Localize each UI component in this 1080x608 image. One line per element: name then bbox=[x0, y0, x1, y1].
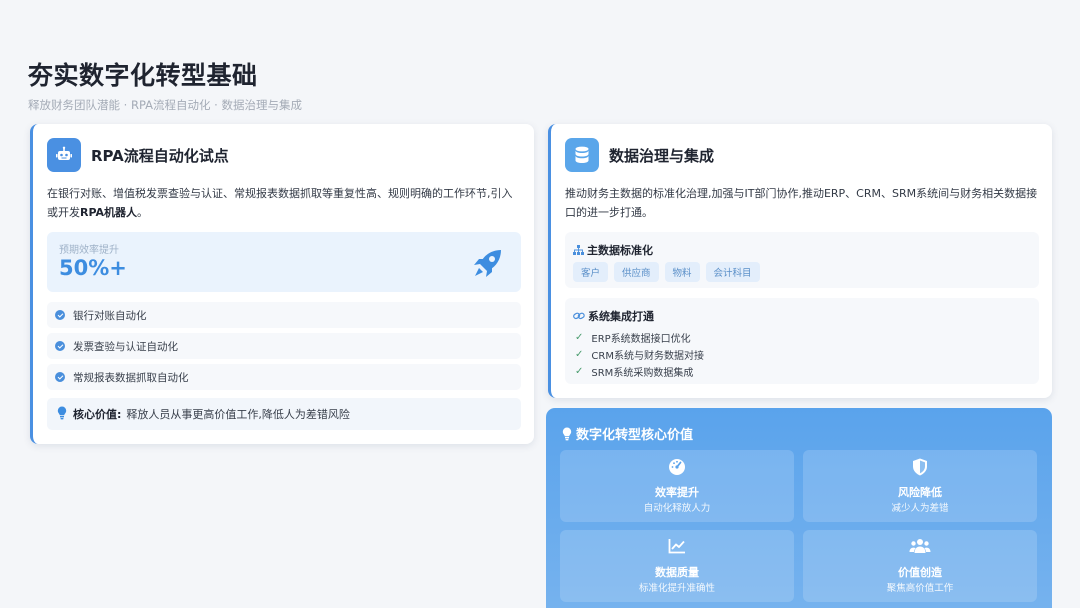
master-data-title: 主数据标准化 bbox=[587, 244, 653, 257]
value-card-title: 效率提升 bbox=[655, 486, 699, 499]
core-value-text: 释放人员从事更高价值工作,降低人为差错风险 bbox=[126, 408, 350, 421]
check-circle-icon bbox=[55, 310, 65, 320]
robot-icon bbox=[47, 138, 81, 172]
page-title: 夯实数字化转型基础 bbox=[28, 61, 258, 90]
master-data-title-row: 主数据标准化 bbox=[573, 242, 653, 258]
value-card-efficiency: 效率提升 自动化释放人力 bbox=[560, 450, 794, 522]
value-card-title: 价值创造 bbox=[898, 566, 942, 579]
master-data-box: 主数据标准化 客户 供应商 物料 会计科目 bbox=[565, 232, 1039, 288]
master-data-tags: 客户 供应商 物料 会计科目 bbox=[573, 262, 760, 282]
core-value-label: 核心价值: bbox=[73, 408, 122, 421]
data-card-title: 数据治理与集成 bbox=[609, 146, 715, 165]
tag: 物料 bbox=[664, 262, 700, 282]
value-card-subtitle: 自动化释放人力 bbox=[643, 503, 711, 514]
check-icon: ✓ bbox=[575, 349, 584, 360]
list-item: ✓ ERP系统数据接口优化 bbox=[575, 330, 691, 345]
rpa-desc-bold: RPA机器人 bbox=[80, 206, 138, 219]
link-icon bbox=[573, 312, 585, 320]
list-item-label: ERP系统数据接口优化 bbox=[591, 334, 691, 345]
check-icon: ✓ bbox=[575, 366, 584, 377]
data-card-header: 数据治理与集成 bbox=[565, 138, 714, 172]
rpa-card: RPA流程自动化试点 在银行对账、增值税发票查验与认证、常规报表数据抓取等重复性… bbox=[30, 124, 534, 444]
metric-label: 预期效率提升 bbox=[59, 245, 119, 256]
list-item: ✓ CRM系统与财务数据对接 bbox=[575, 347, 704, 362]
list-item-label: 银行对账自动化 bbox=[73, 309, 147, 322]
rpa-card-header: RPA流程自动化试点 bbox=[47, 138, 229, 172]
check-circle-icon bbox=[55, 341, 65, 351]
tag: 供应商 bbox=[614, 262, 659, 282]
value-card-risk: 风险降低 减少人为差错 bbox=[803, 450, 1037, 522]
database-icon bbox=[565, 138, 599, 172]
lightbulb-icon bbox=[57, 406, 67, 423]
users-icon bbox=[803, 538, 1037, 556]
value-panel-title: 数字化转型核心价值 bbox=[576, 428, 694, 443]
list-item-label: SRM系统采购数据集成 bbox=[591, 368, 694, 379]
integration-box: 系统集成打通 ✓ ERP系统数据接口优化 ✓ CRM系统与财务数据对接 ✓ SR… bbox=[565, 298, 1039, 384]
check-circle-icon bbox=[55, 372, 65, 382]
value-card-value-creation: 价值创造 聚焦高价值工作 bbox=[803, 530, 1037, 602]
value-card-data-quality: 数据质量 标准化提升准确性 bbox=[560, 530, 794, 602]
list-item: 常规报表数据抓取自动化 bbox=[47, 364, 521, 390]
value-card-title: 数据质量 bbox=[655, 566, 699, 579]
value-card-title: 风险降低 bbox=[898, 486, 942, 499]
core-value-panel: 数字化转型核心价值 效率提升 自动化释放人力 风险降低 减少人为差错 数据质量 … bbox=[546, 408, 1052, 608]
list-item-label: 常规报表数据抓取自动化 bbox=[73, 371, 189, 384]
value-card-subtitle: 标准化提升准确性 bbox=[638, 583, 715, 594]
metric-value: 50%+ bbox=[59, 256, 127, 280]
gauge-icon bbox=[560, 458, 794, 476]
data-card-description: 推动财务主数据的标准化治理,加强与IT部门协作,推动ERP、CRM、SRM系统间… bbox=[565, 187, 1038, 219]
rpa-card-title: RPA流程自动化试点 bbox=[91, 146, 229, 165]
list-item-label: CRM系统与财务数据对接 bbox=[591, 351, 704, 362]
value-card-subtitle: 减少人为差错 bbox=[891, 503, 949, 514]
tag: 客户 bbox=[573, 262, 609, 282]
page-subtitle: 释放财务团队潜能 · RPA流程自动化 · 数据治理与集成 bbox=[28, 98, 302, 112]
core-value-box: 核心价值: 释放人员从事更高价值工作,降低人为差错风险 bbox=[47, 398, 521, 430]
sitemap-icon bbox=[573, 245, 584, 255]
rpa-card-description: 在银行对账、增值税发票查验与认证、常规报表数据抓取等重复性高、规则明确的工作环节… bbox=[47, 184, 523, 222]
value-card-subtitle: 聚焦高价值工作 bbox=[886, 583, 954, 594]
list-item: 银行对账自动化 bbox=[47, 302, 521, 328]
chart-line-icon bbox=[560, 538, 794, 556]
rocket-icon bbox=[471, 246, 505, 284]
lightbulb-icon bbox=[562, 427, 572, 440]
integration-title-row: 系统集成打通 bbox=[573, 308, 654, 324]
integration-title: 系统集成打通 bbox=[588, 310, 654, 323]
data-governance-card: 数据治理与集成 推动财务主数据的标准化治理,加强与IT部门协作,推动ERP、CR… bbox=[548, 124, 1052, 398]
tag: 会计科目 bbox=[705, 262, 760, 282]
efficiency-metric-box: 预期效率提升 50%+ bbox=[47, 232, 521, 292]
list-item: ✓ SRM系统采购数据集成 bbox=[575, 364, 693, 379]
value-panel-title-row: 数字化转型核心价值 bbox=[562, 424, 693, 443]
list-item-label: 发票查验与认证自动化 bbox=[73, 340, 178, 353]
list-item: 发票查验与认证自动化 bbox=[47, 333, 521, 359]
rpa-desc-end: 。 bbox=[137, 206, 149, 219]
check-icon: ✓ bbox=[575, 332, 584, 343]
shield-icon bbox=[803, 458, 1037, 476]
